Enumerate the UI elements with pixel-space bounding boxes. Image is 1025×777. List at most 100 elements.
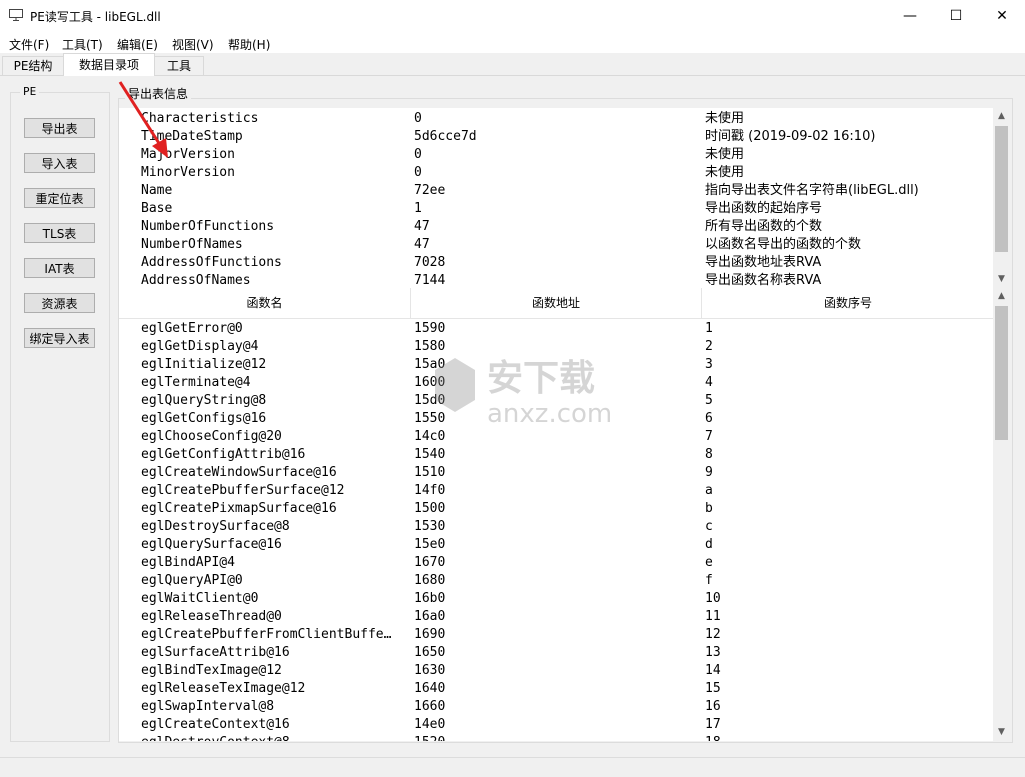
menu-edit[interactable]: 编辑(E) <box>117 36 158 53</box>
function-name: eglGetError@0 <box>141 321 243 336</box>
function-row[interactable]: eglCreatePixmapSurface@16 1500 b <box>119 500 994 518</box>
info-row[interactable]: Base 1 导出函数的起始序号 <box>119 200 994 218</box>
function-address: 16b0 <box>414 591 446 606</box>
info-description: 导出函数的起始序号 <box>705 201 823 216</box>
info-field: AddressOfFunctions <box>141 255 282 270</box>
watermark-domain: anxz.com <box>487 399 612 429</box>
info-value: 0 <box>414 165 422 180</box>
info-row[interactable]: AddressOfFunctions 7028 导出函数地址表RVA <box>119 254 994 272</box>
function-name: eglCreatePbufferFromClientBuffe… <box>141 627 392 642</box>
info-row[interactable]: MajorVersion 0 未使用 <box>119 146 994 164</box>
function-scrollbar[interactable]: ▲ ▼ <box>993 288 1010 741</box>
app-icon <box>9 9 23 21</box>
function-name: eglChooseConfig@20 <box>141 429 282 444</box>
info-row[interactable]: NumberOfNames 47 以函数名导出的函数的个数 <box>119 236 994 254</box>
tab-tools[interactable]: 工具 <box>154 56 204 75</box>
function-address: 1500 <box>414 501 446 516</box>
export-info-list[interactable]: Characteristics 0 未使用 TimeDateStamp 5d6cce7d… <box>119 108 994 288</box>
info-row[interactable]: Characteristics 0 未使用 <box>119 110 994 128</box>
function-row[interactable]: eglSwapInterval@8 1660 16 <box>119 698 994 716</box>
function-row[interactable]: eglReleaseThread@0 16a0 11 <box>119 608 994 626</box>
function-row[interactable]: eglQueryAPI@0 1680 f <box>119 572 994 590</box>
info-row[interactable]: Name 72ee 指向导出表文件名字符串(libEGL.dll) <box>119 182 994 200</box>
function-row[interactable]: eglBindTexImage@12 1630 14 <box>119 662 994 680</box>
scroll-down-icon[interactable]: ▼ <box>993 724 1010 741</box>
scroll-up-icon[interactable]: ▲ <box>993 108 1010 125</box>
tls-table-button[interactable]: TLS表 <box>24 223 95 243</box>
info-row[interactable]: AddressOfNames 7144 导出函数名称表RVA <box>119 272 994 288</box>
bound-import-table-button[interactable]: 绑定导入表 <box>24 328 95 348</box>
info-value: 5d6cce7d <box>414 129 477 144</box>
info-value: 0 <box>414 111 422 126</box>
function-row[interactable]: eglCreatePbufferSurface@12 14f0 a <box>119 482 994 500</box>
info-row[interactable]: TimeDateStamp 5d6cce7d 时间戳 (2019-09-02 16:… <box>119 128 994 146</box>
menu-view[interactable]: 视图(V) <box>172 36 214 53</box>
info-field: Base <box>141 201 173 216</box>
function-address: 1670 <box>414 555 446 570</box>
tab-data-directory[interactable]: 数据目录项 <box>63 53 155 76</box>
function-row[interactable]: eglBindAPI@4 1670 e <box>119 554 994 572</box>
info-scroll-thumb[interactable] <box>995 126 1008 252</box>
info-row[interactable]: NumberOfFunctions 47 所有导出函数的个数 <box>119 218 994 236</box>
maximize-button[interactable]: ☐ <box>933 0 979 32</box>
watermark-brand: 安下载 <box>487 358 595 399</box>
function-row[interactable]: eglDestroySurface@8 1530 c <box>119 518 994 536</box>
function-ordinal: 12 <box>705 627 721 642</box>
tab-pe-structure[interactable]: PE结构 <box>2 56 64 75</box>
function-ordinal: 9 <box>705 465 713 480</box>
function-address: 14e0 <box>414 717 446 732</box>
function-address: 1640 <box>414 681 446 696</box>
function-name: eglSurfaceAttrib@16 <box>141 645 290 660</box>
function-ordinal: 8 <box>705 447 713 462</box>
function-row[interactable]: eglCreatePbufferFromClientBuffe… 1690 12 <box>119 626 994 644</box>
function-ordinal: 16 <box>705 699 721 714</box>
info-value: 7144 <box>414 273 446 288</box>
function-row[interactable]: eglGetError@0 1590 1 <box>119 320 994 338</box>
scroll-up-icon[interactable]: ▲ <box>993 288 1010 305</box>
info-description: 未使用 <box>705 165 745 180</box>
minimize-button[interactable]: — <box>887 0 933 32</box>
export-table-button[interactable]: 导出表 <box>24 118 95 138</box>
function-name: eglWaitClient@0 <box>141 591 259 606</box>
resource-table-button[interactable]: 资源表 <box>24 293 95 313</box>
function-name: eglQuerySurface@16 <box>141 537 282 552</box>
relocation-table-button[interactable]: 重定位表 <box>24 188 95 208</box>
function-ordinal: e <box>705 555 713 570</box>
info-scrollbar[interactable]: ▲ ▼ <box>993 108 1010 288</box>
function-address: 1660 <box>414 699 446 714</box>
menu-tools[interactable]: 工具(T) <box>62 36 103 53</box>
function-name: eglDestroySurface@8 <box>141 519 290 534</box>
function-ordinal: 11 <box>705 609 721 624</box>
function-ordinal: b <box>705 501 713 516</box>
info-value: 7028 <box>414 255 446 270</box>
scroll-down-icon[interactable]: ▼ <box>993 271 1010 288</box>
info-value: 47 <box>414 219 430 234</box>
column-header-function-address[interactable]: 函数地址 <box>411 288 702 318</box>
function-row[interactable]: eglReleaseTexImage@12 1640 15 <box>119 680 994 698</box>
info-description: 指向导出表文件名字符串(libEGL.dll) <box>705 183 919 198</box>
function-row[interactable]: eglCreateContext@16 14e0 17 <box>119 716 994 734</box>
function-address: 1590 <box>414 321 446 336</box>
function-row[interactable]: eglDestroyContext@8 1520 18 <box>119 734 994 741</box>
close-button[interactable]: ✕ <box>979 0 1025 32</box>
function-row[interactable]: eglCreateWindowSurface@16 1510 9 <box>119 464 994 482</box>
column-header-function-name[interactable]: 函数名 <box>119 288 411 318</box>
iat-table-button[interactable]: IAT表 <box>24 258 95 278</box>
function-row[interactable]: eglGetConfigAttrib@16 1540 8 <box>119 446 994 464</box>
info-value: 72ee <box>414 183 446 198</box>
function-address: 1530 <box>414 519 446 534</box>
close-icon: ✕ <box>996 8 1008 24</box>
function-row[interactable]: eglQuerySurface@16 15e0 d <box>119 536 994 554</box>
watermark-logo: 安下载 anxz.com <box>425 340 620 433</box>
function-name: eglBindAPI@4 <box>141 555 235 570</box>
function-ordinal: d <box>705 537 713 552</box>
function-row[interactable]: eglWaitClient@0 16b0 10 <box>119 590 994 608</box>
import-table-button[interactable]: 导入表 <box>24 153 95 173</box>
info-row[interactable]: MinorVersion 0 未使用 <box>119 164 994 182</box>
minimize-icon: — <box>903 8 917 24</box>
menu-help[interactable]: 帮助(H) <box>228 36 270 53</box>
function-scroll-thumb[interactable] <box>995 306 1008 440</box>
function-row[interactable]: eglSurfaceAttrib@16 1650 13 <box>119 644 994 662</box>
menu-file[interactable]: 文件(F) <box>9 36 49 53</box>
column-header-function-ordinal[interactable]: 函数序号 <box>702 288 994 318</box>
